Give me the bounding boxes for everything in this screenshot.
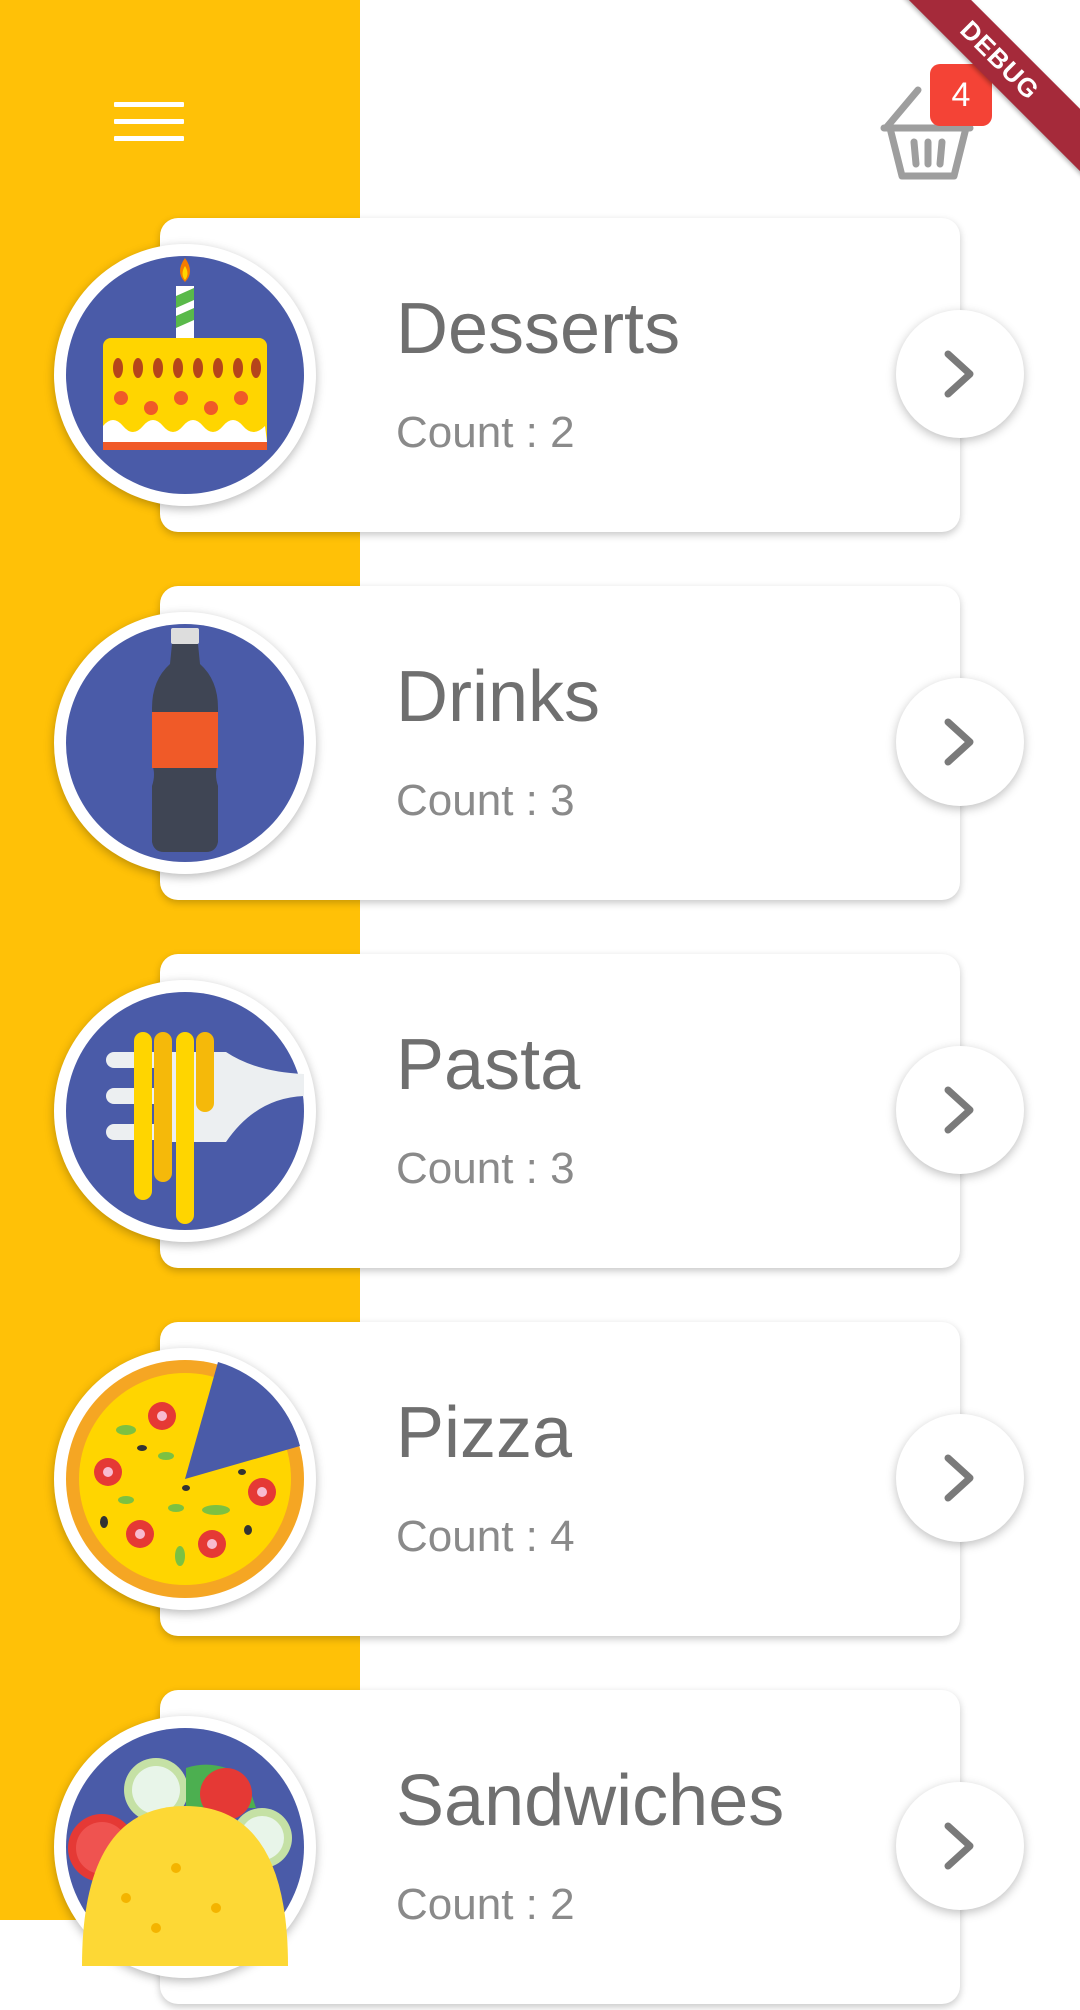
- cake-icon: [66, 256, 304, 494]
- category-item-desserts[interactable]: Desserts Count : 2: [0, 218, 1080, 538]
- category-count: Count : 3: [396, 1144, 575, 1193]
- chevron-right-icon: [944, 718, 974, 766]
- pizza-icon: [66, 1360, 304, 1598]
- category-icon-container: [54, 1716, 316, 1978]
- pasta-fork-icon: [66, 992, 304, 1230]
- open-category-button[interactable]: [896, 1414, 1024, 1542]
- category-title: Drinks: [396, 657, 601, 737]
- category-count: Count : 2: [396, 1880, 575, 1929]
- category-icon-container: [54, 980, 316, 1242]
- taco-icon: [66, 1728, 304, 1966]
- soda-bottle-icon: [66, 624, 304, 862]
- chevron-right-icon: [944, 1086, 974, 1134]
- category-item-drinks[interactable]: Drinks Count : 3: [0, 586, 1080, 906]
- open-category-button[interactable]: [896, 678, 1024, 806]
- open-category-button[interactable]: [896, 310, 1024, 438]
- category-title: Pizza: [396, 1393, 573, 1473]
- category-item-pasta[interactable]: Pasta Count : 3: [0, 954, 1080, 1274]
- open-category-button[interactable]: [896, 1782, 1024, 1910]
- category-title: Pasta: [396, 1025, 581, 1105]
- chevron-right-icon: [944, 350, 974, 398]
- chevron-right-icon: [944, 1822, 974, 1870]
- category-item-pizza[interactable]: Pizza Count : 4: [0, 1322, 1080, 1642]
- category-title: Sandwiches: [396, 1761, 785, 1841]
- chevron-right-icon: [944, 1454, 974, 1502]
- category-icon-container: [54, 612, 316, 874]
- category-list: Desserts Count : 2 Drinks Count : 3 Past…: [0, 0, 1080, 2004]
- category-icon-container: [54, 1348, 316, 1610]
- category-count: Count : 4: [396, 1512, 575, 1561]
- category-count: Count : 2: [396, 408, 575, 457]
- category-count: Count : 3: [396, 776, 575, 825]
- category-icon-container: [54, 244, 316, 506]
- category-title: Desserts: [396, 289, 681, 369]
- category-item-sandwiches[interactable]: Sandwiches Count : 2: [0, 1690, 1080, 2010]
- open-category-button[interactable]: [896, 1046, 1024, 1174]
